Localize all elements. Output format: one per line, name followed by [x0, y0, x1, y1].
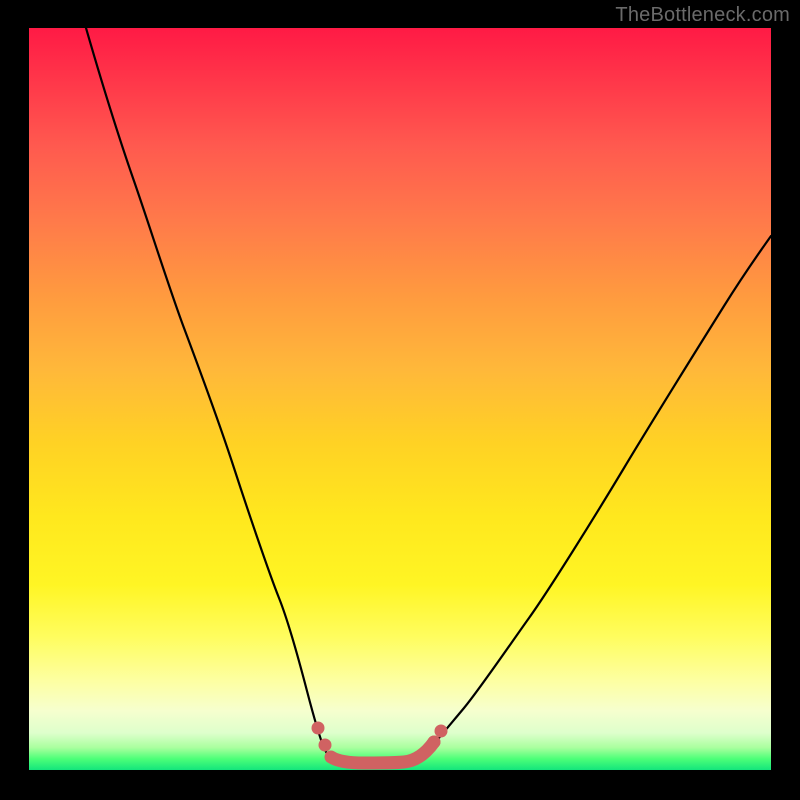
marker-dot: [435, 725, 448, 738]
watermark-text: TheBottleneck.com: [615, 4, 790, 27]
curve-right-arm: [431, 236, 771, 748]
curve-svg: [29, 28, 771, 770]
marker-dot: [312, 722, 325, 735]
plot-area: [29, 28, 771, 770]
marker-dot: [428, 736, 441, 749]
valley-marker-stroke: [331, 742, 434, 763]
outer-frame: TheBottleneck.com: [0, 0, 800, 800]
curve-left-arm: [86, 28, 324, 748]
marker-dot: [319, 739, 332, 752]
